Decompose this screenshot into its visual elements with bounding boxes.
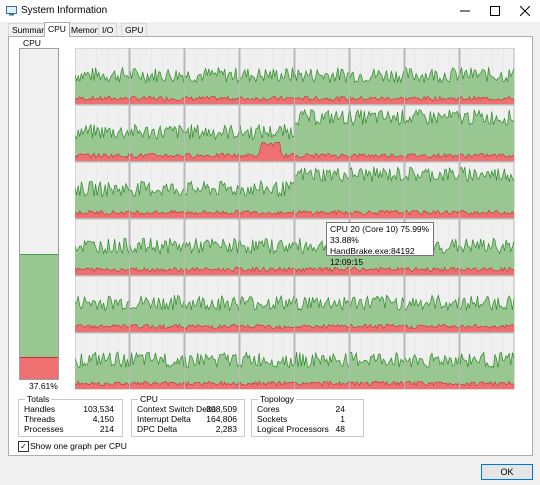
tooltip-time-line: 12:09:15 (330, 257, 364, 267)
cpu-graph-cell (129, 275, 185, 333)
topology-row: Sockets 1 (257, 414, 345, 424)
interrupt-delta-value: 164,806 (206, 414, 237, 424)
cpu-graph-cell (349, 104, 405, 162)
cpu-graph-cell (349, 275, 405, 333)
cpu-graph-cell (74, 332, 130, 390)
cpu-stats-row: Interrupt Delta 164,806 (137, 414, 237, 424)
cores-label: Cores (257, 404, 280, 414)
cpu-graph-cell (459, 104, 515, 162)
close-icon (520, 6, 530, 16)
logical-processors-value: 48 (335, 424, 345, 434)
totals-row: Processes 214 (24, 424, 114, 434)
cpu-graph-cell (74, 47, 130, 105)
title-bar: System Information (0, 0, 540, 22)
totals-title: Totals (25, 394, 52, 404)
cpu-graphs (74, 47, 515, 390)
cpu-graph-cell (184, 161, 240, 219)
processes-value: 214 (99, 424, 114, 434)
dpc-delta-label: DPC Delta (137, 424, 178, 434)
cpu-graph-cell (239, 47, 295, 105)
cpu-graph-cell (239, 218, 295, 276)
user-time-area (295, 109, 349, 161)
maximize-button[interactable] (480, 0, 510, 22)
sockets-label: Sockets (257, 414, 288, 424)
minimize-icon (460, 10, 470, 12)
app-icon (6, 6, 17, 16)
cpu-graph-cell (459, 218, 515, 276)
cpu-graph-cell (184, 332, 240, 390)
show-one-graph-label[interactable]: Show one graph per CPU (30, 441, 127, 451)
cpu-graph-cell (294, 47, 350, 105)
sockets-value: 1 (340, 414, 345, 424)
totals-row: Handles 103,534 (24, 404, 114, 414)
tooltip-process-line: 33.88% HandBrake.exe:84192 (330, 235, 415, 256)
interrupt-delta-label: Interrupt Delta (137, 414, 191, 424)
cpu-graph-grid (74, 47, 515, 392)
cpu-graph-cell (294, 332, 350, 390)
cpu-graph-cell (349, 332, 405, 390)
minimize-button[interactable] (450, 0, 480, 22)
cpu-graph-cell (459, 332, 515, 390)
topology-row: Cores 24 (257, 404, 345, 414)
logical-processors-label: Logical Processors (257, 424, 329, 434)
maximize-icon (490, 6, 500, 16)
cpu-bar-title: CPU (23, 38, 41, 48)
handles-value: 103,534 (83, 404, 114, 414)
handles-label: Handles (24, 404, 56, 414)
threads-value: 4,150 (92, 414, 114, 424)
cpu-graph-cell (129, 47, 185, 105)
cpu-graph-cell (349, 161, 405, 219)
cpu-graph-cell (239, 332, 295, 390)
cpu-graph-cell (404, 161, 460, 219)
cpu-stats-title: CPU (138, 394, 160, 404)
cpu-graph-cell (294, 104, 350, 162)
cpu-graph-cell (294, 275, 350, 333)
context-switch-value: 308,509 (206, 404, 237, 414)
cpu-graph-cell (129, 104, 185, 162)
tooltip-cpu-line: CPU 20 (Core 10) 75.99% (330, 224, 430, 234)
ok-button[interactable]: OK (481, 464, 533, 480)
cpu-stats-row: Context Switch Delta 308,509 (137, 404, 237, 414)
cpu-graph-cell (459, 47, 515, 105)
topology-row: Logical Processors 48 (257, 424, 345, 434)
cpu-graph-cell (184, 275, 240, 333)
cores-value: 24 (335, 404, 345, 414)
cpu-usage-bar (19, 48, 59, 380)
show-one-graph-checkbox[interactable]: ✓ (18, 441, 29, 452)
threads-label: Threads (24, 414, 56, 424)
cpu-graph-cell (184, 104, 240, 162)
cpu-graph-cell (74, 104, 130, 162)
cpu-graph-cell (404, 47, 460, 105)
cpu-graph-cell (239, 161, 295, 219)
cpu-tooltip: CPU 20 (Core 10) 75.99% 33.88% HandBrake… (326, 222, 434, 267)
cpu-graph-cell (404, 275, 460, 333)
cpu-graph-cell (239, 275, 295, 333)
cpu-graph-cell (74, 275, 130, 333)
close-button[interactable] (510, 0, 540, 22)
cpu-kernel-fill (20, 357, 58, 379)
cpu-usage-percent: 37.61% (29, 381, 58, 391)
tab-cpu[interactable]: CPU (44, 22, 70, 37)
cpu-graph-cell (294, 161, 350, 219)
cpu-graph-cell (129, 161, 185, 219)
cpu-graph-cell (74, 161, 130, 219)
topology-title: Topology (258, 394, 297, 404)
cpu-graph-cell (129, 332, 185, 390)
cpu-graph-cell (404, 332, 460, 390)
totals-row: Threads 4,150 (24, 414, 114, 424)
cpu-graph-cell (184, 47, 240, 105)
tab-io[interactable]: I/O (98, 23, 118, 36)
cpu-graph-cell (459, 275, 515, 333)
cpu-graph-cell (184, 218, 240, 276)
cpu-graph-cell (404, 104, 460, 162)
tab-gpu[interactable]: GPU (121, 23, 148, 36)
cpu-graph-cell (74, 218, 130, 276)
dpc-delta-value: 2,283 (215, 424, 237, 434)
cpu-graph-cell (349, 47, 405, 105)
cpu-graph-cell (239, 104, 295, 162)
window-title: System Information (21, 5, 108, 16)
cpu-stats-row: DPC Delta 2,283 (137, 424, 237, 434)
cpu-graph-cell (459, 161, 515, 219)
cpu-graph-cell (129, 218, 185, 276)
